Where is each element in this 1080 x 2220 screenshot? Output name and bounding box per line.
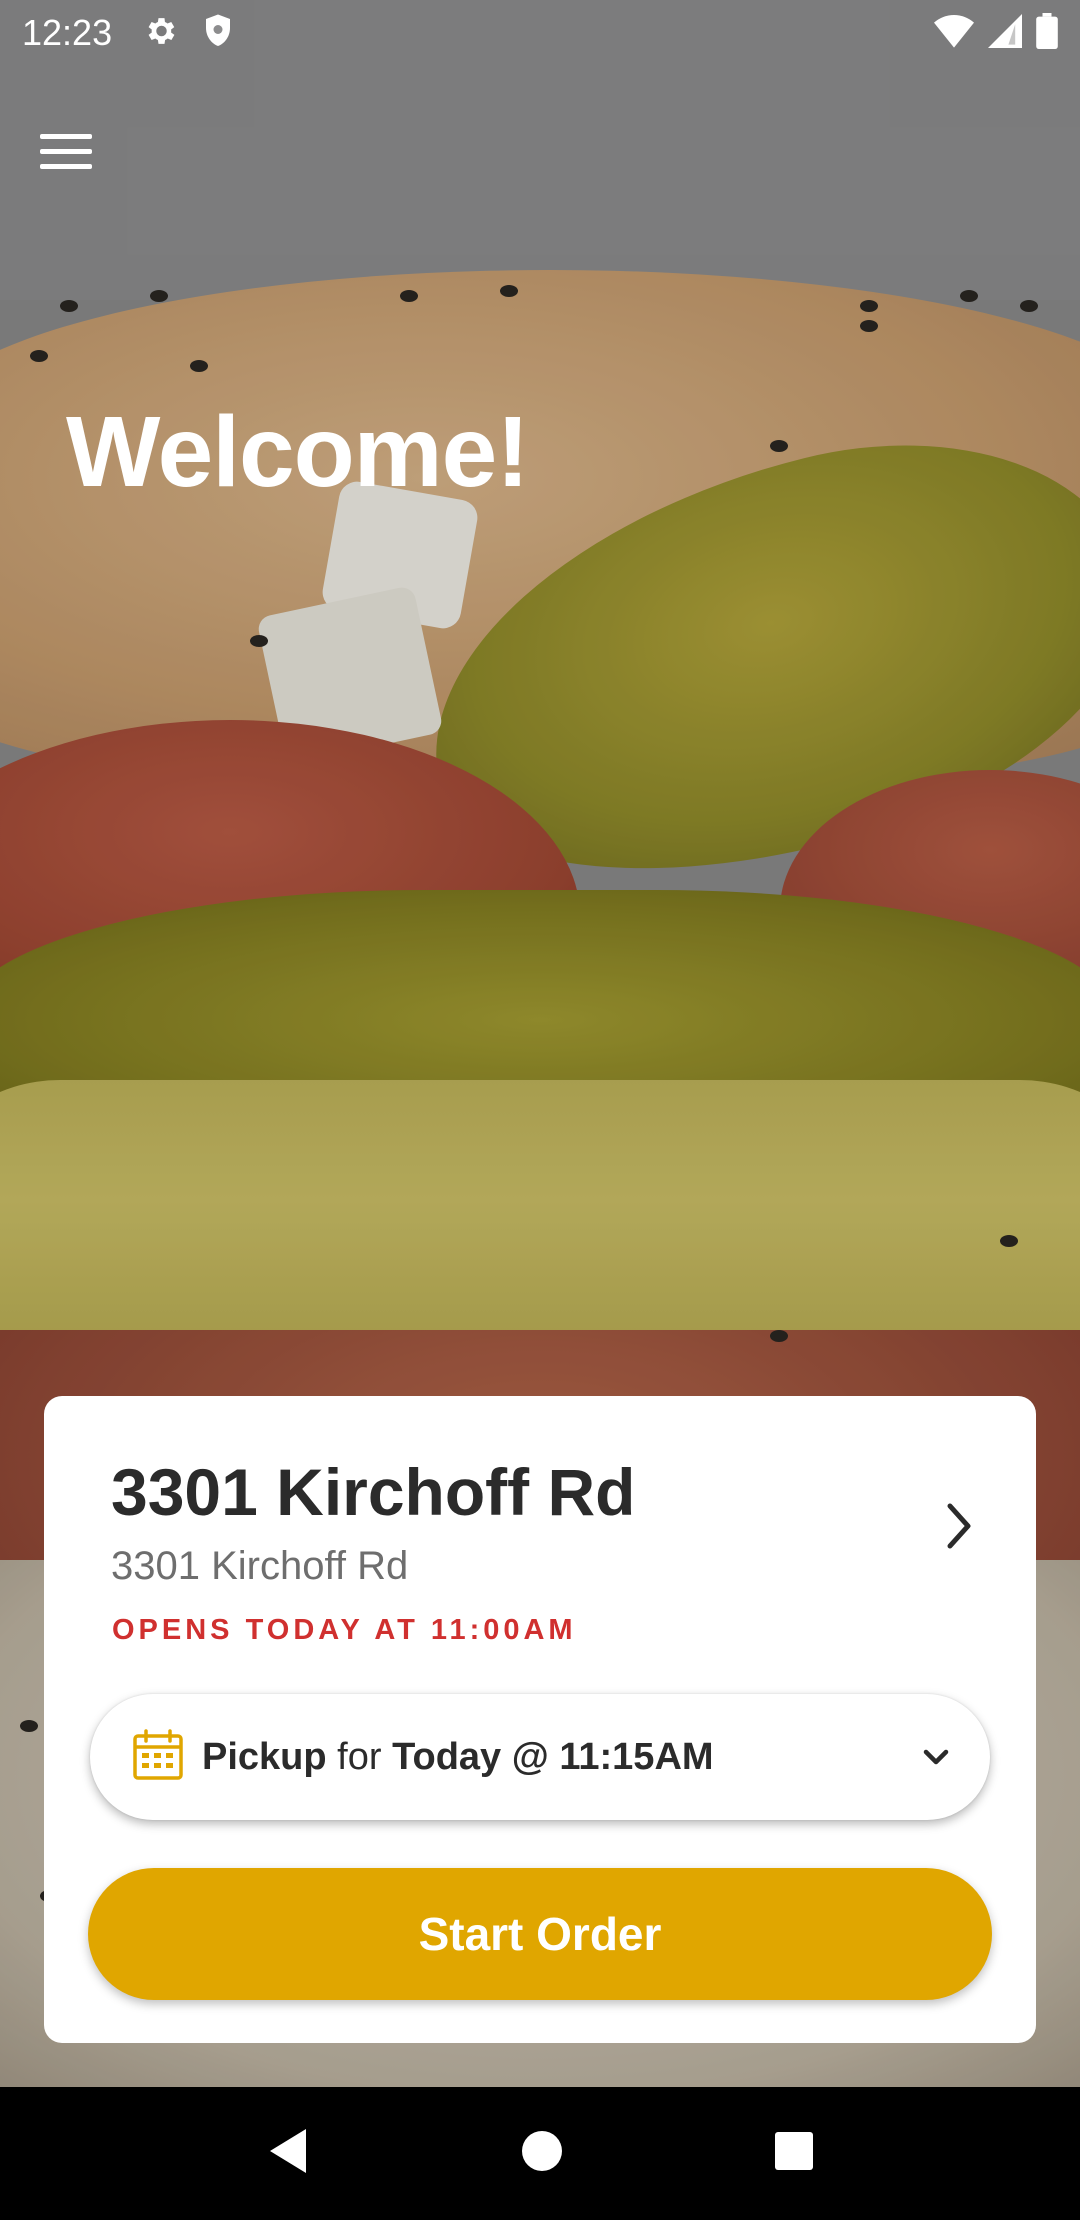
system-nav-bar: [0, 2087, 1080, 2220]
battery-icon: [1036, 12, 1058, 54]
chevron-right-icon[interactable]: [934, 1496, 984, 1556]
cell-signal-icon: [988, 13, 1022, 53]
store-address: 3301 Kirchoff Rd: [111, 1544, 409, 1588]
pickup-time-selector[interactable]: Pickup for Today @ 11:15AM: [90, 1694, 990, 1820]
store-name[interactable]: 3301 Kirchoff Rd: [111, 1454, 635, 1530]
pickup-mode: Pickup: [202, 1735, 327, 1778]
shield-icon: [202, 13, 234, 54]
pickup-label: Pickup for Today @ 11:15AM: [202, 1736, 714, 1779]
calendar-icon: [132, 1728, 184, 1786]
pickup-connector: for: [337, 1735, 382, 1778]
status-bar: 12:23: [0, 0, 1080, 66]
hamburger-menu-icon[interactable]: [40, 125, 92, 177]
chevron-down-icon: [922, 1747, 950, 1767]
store-hours-status: OPENS TODAY AT 11:00AM: [112, 1614, 577, 1646]
start-order-button[interactable]: Start Order: [88, 1868, 992, 2000]
welcome-heading: Welcome!: [66, 396, 530, 508]
status-time: 12:23: [22, 12, 113, 53]
back-icon[interactable]: [266, 2127, 310, 2180]
home-icon[interactable]: [521, 2130, 563, 2177]
recents-icon[interactable]: [774, 2131, 814, 2176]
pickup-time: Today @ 11:15AM: [392, 1735, 714, 1778]
gear-icon: [142, 13, 178, 54]
wifi-icon: [934, 14, 974, 53]
store-card: 3301 Kirchoff Rd 3301 Kirchoff Rd OPENS …: [44, 1396, 1036, 2043]
